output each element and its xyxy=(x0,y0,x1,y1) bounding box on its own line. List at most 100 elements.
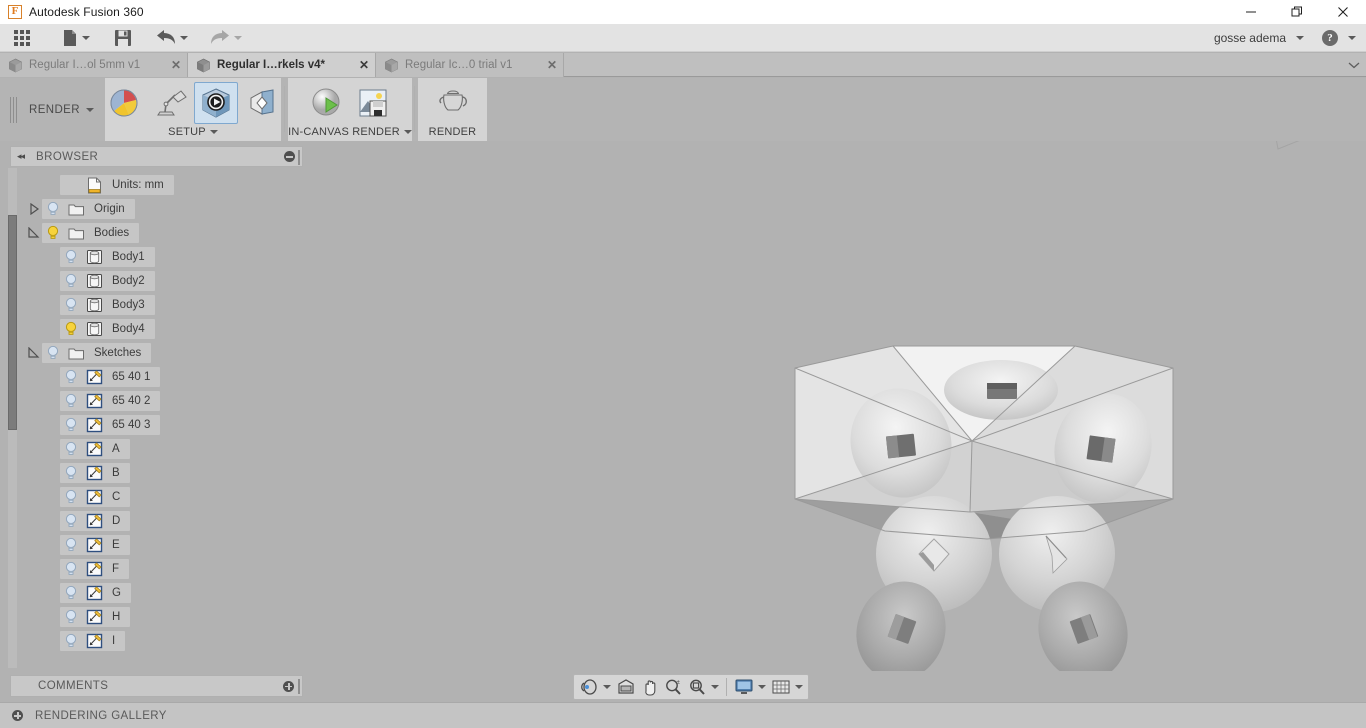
document-tab-0[interactable]: Regular I…ol 5mm v1 ✕ xyxy=(0,53,188,77)
expand-gallery-icon[interactable] xyxy=(12,710,23,721)
new-file-button[interactable] xyxy=(57,24,95,52)
sketch-icon xyxy=(86,585,102,601)
visibility-toggle[interactable] xyxy=(60,249,82,265)
tab-overflow-chevron-icon[interactable] xyxy=(1348,53,1360,77)
tree-twisty[interactable] xyxy=(26,203,42,215)
comments-panel-header[interactable]: COMMENTS xyxy=(10,675,303,697)
visibility-toggle[interactable] xyxy=(60,369,82,385)
panel-resize-handle[interactable] xyxy=(298,679,300,694)
document-tab-close-icon[interactable]: ✕ xyxy=(353,58,375,72)
browser-tree-row[interactable]: D xyxy=(26,509,296,533)
app-grid-button[interactable] xyxy=(9,24,35,52)
document-tab-close-icon[interactable]: ✕ xyxy=(541,58,563,72)
undo-button[interactable] xyxy=(151,24,193,52)
visibility-toggle[interactable] xyxy=(42,201,64,217)
chevron-down-icon[interactable] xyxy=(1348,36,1356,40)
visibility-toggle[interactable] xyxy=(60,441,82,457)
tree-twisty[interactable] xyxy=(26,227,42,239)
panel-resize-handle[interactable] xyxy=(298,150,300,165)
visibility-toggle[interactable] xyxy=(60,537,82,553)
tree-node-label: C xyxy=(112,491,121,503)
browser-tree-row[interactable]: 65 40 3 xyxy=(26,413,296,437)
collapse-left-icon[interactable]: ◂◂ xyxy=(17,151,25,162)
visibility-toggle[interactable] xyxy=(60,465,82,481)
visibility-toggle[interactable] xyxy=(60,585,82,601)
browser-tree-row[interactable]: Bodies xyxy=(26,221,296,245)
close-button[interactable] xyxy=(1320,0,1366,24)
visibility-toggle[interactable] xyxy=(60,561,82,577)
chevron-down-icon[interactable] xyxy=(1296,36,1304,40)
browser-tree-row[interactable]: B xyxy=(26,461,296,485)
decal-button[interactable] xyxy=(240,82,284,124)
viewport-canvas[interactable]: RIGHT xyxy=(303,141,1366,671)
browser-tree-row[interactable]: Units: mm xyxy=(26,173,296,197)
visibility-toggle[interactable] xyxy=(60,513,82,529)
browser-tree-row[interactable]: Sketches xyxy=(26,341,296,365)
appearance-button[interactable] xyxy=(102,82,146,124)
document-tab-close-icon[interactable]: ✕ xyxy=(165,58,187,72)
visibility-toggle[interactable] xyxy=(60,273,82,289)
visibility-toggle[interactable] xyxy=(60,297,82,313)
visibility-toggle[interactable] xyxy=(60,633,82,649)
display-settings-button[interactable] xyxy=(732,676,768,698)
view-cube[interactable]: RIGHT xyxy=(1258,141,1354,167)
tree-node-label: E xyxy=(112,539,120,551)
tree-node-icon xyxy=(82,369,106,385)
visibility-toggle[interactable] xyxy=(60,417,82,433)
browser-tree-row[interactable]: A xyxy=(26,437,296,461)
collapse-triangle-icon[interactable] xyxy=(28,347,40,359)
browser-tree-row[interactable]: C xyxy=(26,485,296,509)
capture-image-button[interactable] xyxy=(351,82,395,124)
browser-tree-row[interactable]: Body4 xyxy=(26,317,296,341)
browser-tree-row[interactable]: F xyxy=(26,557,296,581)
browser-tree-row[interactable]: Origin xyxy=(26,197,296,221)
collapse-triangle-icon[interactable] xyxy=(28,227,40,239)
browser-tree-row[interactable]: Body3 xyxy=(26,293,296,317)
browser-tree-row[interactable]: Body2 xyxy=(26,269,296,293)
grid-and-snaps-button[interactable] xyxy=(769,676,805,698)
browser-tree-row[interactable]: G xyxy=(26,581,296,605)
maximize-restore-button[interactable] xyxy=(1274,0,1320,24)
scene-settings-button[interactable] xyxy=(148,82,192,124)
browser-tree-row[interactable]: 65 40 2 xyxy=(26,389,296,413)
browser-tree-row[interactable]: I xyxy=(26,629,296,653)
ribbon-group-title[interactable]: SETUP xyxy=(168,124,218,139)
visibility-toggle[interactable] xyxy=(60,321,82,337)
zoom-button[interactable]: ± xyxy=(662,676,685,698)
visibility-toggle[interactable] xyxy=(60,489,82,505)
add-comment-icon[interactable] xyxy=(283,680,294,692)
expand-triangle-icon[interactable] xyxy=(29,203,40,215)
model-cuboctahedron[interactable] xyxy=(303,141,1366,671)
in-canvas-render-button[interactable] xyxy=(305,82,349,124)
tree-node-label: D xyxy=(112,515,121,527)
help-icon[interactable]: ? xyxy=(1322,30,1338,46)
visibility-toggle[interactable] xyxy=(42,345,64,361)
grid-icon xyxy=(772,680,790,694)
browser-tree-row[interactable]: E xyxy=(26,533,296,557)
minimize-panel-icon[interactable] xyxy=(284,151,295,162)
visibility-toggle[interactable] xyxy=(60,609,82,625)
rendering-gallery-bar[interactable]: RENDERING GALLERY xyxy=(0,702,1366,728)
visibility-toggle[interactable] xyxy=(60,393,82,409)
ribbon-group-title[interactable]: IN-CANVAS RENDER xyxy=(288,124,412,139)
tree-twisty[interactable] xyxy=(26,347,42,359)
redo-button[interactable] xyxy=(205,24,247,52)
pan-button[interactable] xyxy=(639,676,661,698)
browser-tree-row[interactable]: 65 40 1 xyxy=(26,365,296,389)
look-at-button[interactable] xyxy=(614,676,638,698)
browser-tree-row[interactable]: Body1 xyxy=(26,245,296,269)
save-button[interactable] xyxy=(109,24,137,52)
minimize-button[interactable] xyxy=(1228,0,1274,24)
workspace-switcher[interactable]: RENDER xyxy=(0,78,105,141)
fit-button[interactable] xyxy=(686,676,721,698)
browser-tree-row[interactable]: H xyxy=(26,605,296,629)
document-tab-1[interactable]: Regular I…rkels v4* ✕ xyxy=(188,53,376,77)
ribbon-group-title[interactable]: RENDER xyxy=(429,124,477,139)
browser-scrollbar-thumb[interactable] xyxy=(8,215,17,430)
render-button[interactable] xyxy=(431,82,475,124)
user-name-label[interactable]: gosse adema xyxy=(1214,31,1286,45)
texture-map-controls-button[interactable] xyxy=(194,82,238,124)
visibility-toggle[interactable] xyxy=(42,225,64,241)
orbit-button[interactable] xyxy=(577,676,613,698)
document-tab-2[interactable]: Regular Ic…0 trial v1 ✕ xyxy=(376,53,564,77)
